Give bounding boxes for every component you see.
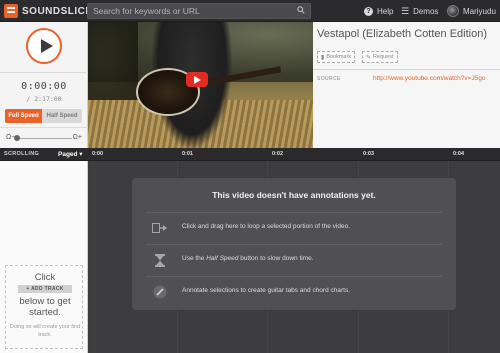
add-track-click-text: Click (34, 272, 56, 283)
avatar (447, 5, 459, 17)
divider (313, 69, 500, 70)
total-time: / 2:17:00 (26, 95, 62, 103)
video-player[interactable] (88, 22, 313, 148)
pencil-icon (152, 285, 168, 299)
time-tick: 0:03 (363, 151, 375, 157)
tip-row: Click and drag here to loop a selected p… (146, 215, 442, 241)
search-input[interactable] (87, 3, 311, 19)
request-button[interactable]: ✎ Request (362, 51, 398, 63)
demos-link[interactable]: ☰ Demos (401, 4, 438, 18)
add-track-button[interactable]: + ADD TRACK (18, 285, 72, 293)
no-annotations-panel: This video doesn't have annotations yet.… (132, 178, 456, 310)
user-name: Mariyudu (463, 6, 496, 16)
loop-arrow-icon (152, 221, 168, 235)
help-link[interactable]: ? Help (364, 4, 393, 18)
divider (146, 244, 442, 245)
page-title: Vestapol (Elizabeth Cotten Edition) (317, 28, 487, 40)
scrolling-mode-select[interactable]: Paged ▾ (58, 150, 83, 158)
hourglass-icon (152, 253, 168, 267)
bookmark-icon: ▮ (321, 54, 325, 61)
logo[interactable]: SOUNDSLICE (4, 3, 93, 19)
scrolling-label: SCROLLING (4, 151, 40, 157)
tip-row: Annotate selections to create guitar tab… (146, 279, 442, 305)
youtube-play-icon[interactable] (186, 72, 208, 87)
player-controls: 0:00:00 / 2:17:00 Full Speed Half Speed … (0, 22, 88, 148)
source-url-link[interactable]: http://www.youtube.com/watch?v=J5go (373, 75, 486, 82)
time-tick: 0:00 (92, 151, 104, 157)
time-tick: 0:01 (182, 151, 194, 157)
video-info-panel: Vestapol (Elizabeth Cotten Edition) ▮ Bo… (313, 22, 500, 148)
divider (0, 72, 88, 73)
video-tree (88, 22, 138, 112)
half-speed-button[interactable]: Half Speed (42, 109, 82, 123)
tip-half-speed-em: Half Speed (206, 255, 239, 262)
tip-row: Use the Half Speed button to slow down t… (146, 247, 442, 273)
zoom-track (16, 138, 72, 139)
zoom-knob[interactable] (14, 135, 20, 141)
soundslice-logo-icon (4, 4, 18, 18)
tip-annotate-text: Annotate selections to create guitar tab… (182, 287, 351, 294)
source-label: SOURCE (317, 76, 341, 82)
divider (146, 276, 442, 277)
request-label: Request (373, 54, 394, 60)
add-track-box: Click + ADD TRACK below to get started. … (5, 265, 83, 349)
divider (146, 212, 442, 213)
current-time: 0:00:00 (21, 81, 67, 92)
add-track-hint: Doing so will create your first track. (9, 324, 81, 338)
tracks-sidebar: Click + ADD TRACK below to get started. … (0, 161, 88, 353)
time-tick: 0:04 (453, 151, 465, 157)
help-label: Help (377, 6, 394, 16)
user-menu[interactable]: Mariyudu (447, 4, 496, 18)
bookmark-label: Bookmark (326, 54, 352, 60)
tip-loop-text: Click and drag here to loop a selected p… (182, 223, 351, 230)
no-annotations-title: This video doesn't have annotations yet. (212, 190, 376, 200)
zoom-in-icon[interactable]: Ω+ (73, 133, 82, 143)
tag-icon: ✎ (366, 54, 372, 61)
tip-half-speed-pre: Use the (182, 255, 207, 262)
play-button[interactable] (26, 28, 62, 64)
time-tick: 0:02 (272, 151, 284, 157)
tip-half-speed-text: Use the Half Speed button to slow down t… (182, 255, 314, 262)
full-speed-button[interactable]: Full Speed (5, 109, 42, 123)
timeline-header: SCROLLING Paged ▾ 0:00 0:01 0:02 0:03 0:… (0, 148, 500, 161)
search-icon[interactable] (297, 6, 305, 14)
help-icon: ? (364, 6, 373, 16)
bookmark-button[interactable]: ▮ Bookmark (317, 51, 356, 63)
logo-text: SOUNDSLICE (22, 5, 93, 17)
tip-half-speed-post: button to slow down time. (238, 255, 314, 262)
demos-label: Demos (413, 6, 439, 16)
divider (0, 127, 88, 128)
top-bar: SOUNDSLICE ? Help ☰ Demos Mariyudu (0, 0, 500, 22)
zoom-slider[interactable]: Ω− Ω+ (6, 133, 82, 143)
list-icon: ☰ (401, 5, 410, 16)
add-track-below-text: below to get started. (19, 296, 71, 318)
